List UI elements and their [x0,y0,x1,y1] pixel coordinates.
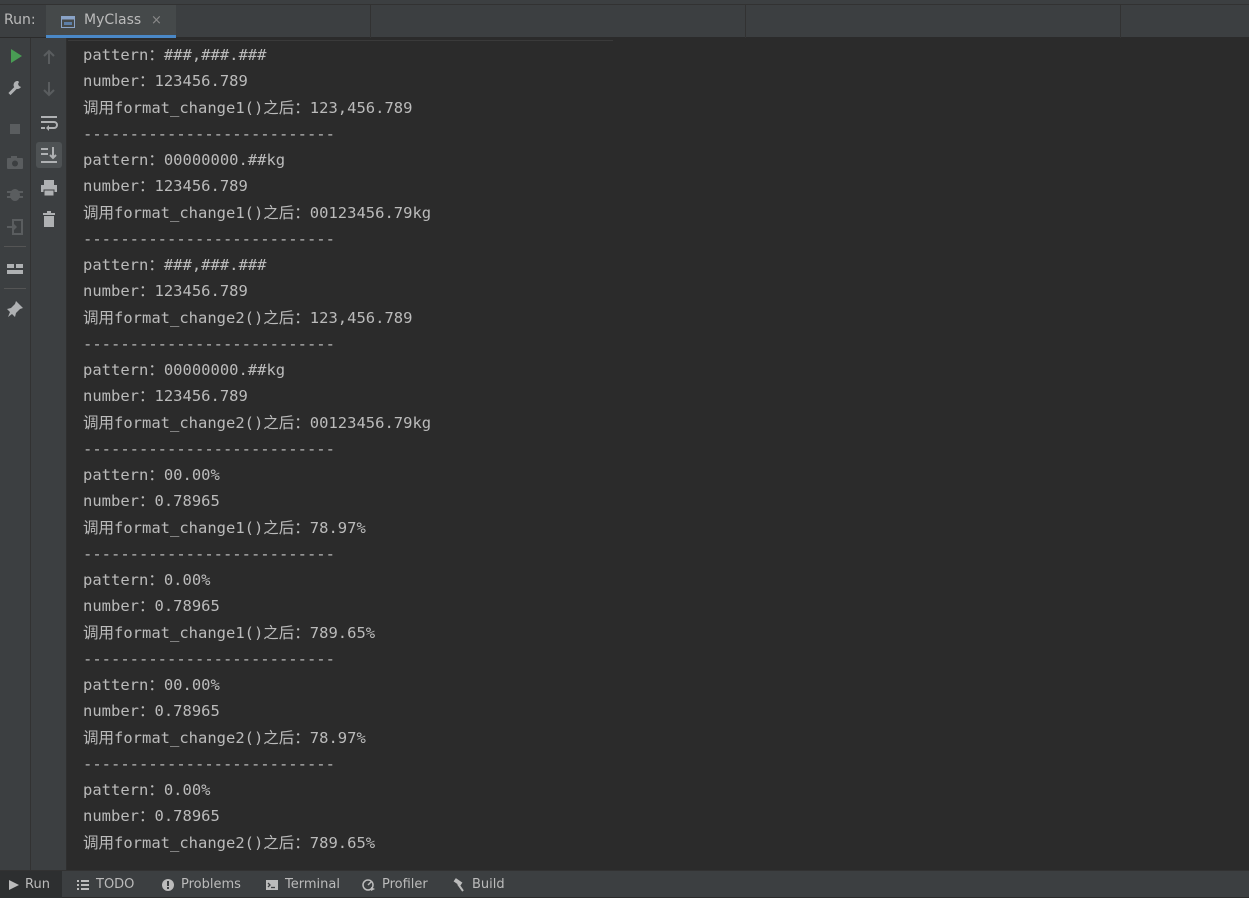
scroll-to-end-icon[interactable] [36,142,62,168]
console-line: pattern：###,###.### [83,46,267,64]
console-line: pattern：00.00% [83,466,220,484]
rerun-icon[interactable] [4,45,26,67]
console-line: 调用format_change1()之后：78.97% [83,518,366,537]
toolbar-divider [370,5,371,38]
exit-icon[interactable] [4,216,26,238]
console-line: pattern：###,###.### [83,256,267,274]
list-icon [76,878,90,892]
pin-icon[interactable] [4,298,26,320]
console-line: pattern：0.00% [83,781,211,799]
console-line: 调用format_change2()之后：123,456.789 [83,308,413,327]
run-actions-strip [0,38,31,870]
console-line: pattern：00.00% [83,676,220,694]
console-line: --------------------------- [83,439,335,458]
console-line: 调用format_change2()之后：78.97% [83,728,366,747]
toolbar-divider [1120,5,1121,38]
info-icon [161,878,175,892]
console-line: --------------------------- [83,124,335,143]
console-window-icon [61,13,75,28]
tab-build[interactable]: Build [452,871,505,898]
terminal-icon [265,878,279,892]
console-line: --------------------------- [83,544,335,563]
console-line: number：0.78965 [83,597,220,616]
console-line: pattern：00000000.##kg [83,361,286,379]
console-line: 调用format_change2()之后：789.65% [83,833,376,852]
run-label: Run: [4,12,36,28]
console-actions-strip [31,38,67,870]
console-line: --------------------------- [83,229,335,248]
tab-build-label: Build [472,877,505,892]
tab-terminal-label: Terminal [285,877,340,892]
strip-divider [4,246,26,247]
tab-todo[interactable]: TODO [76,871,134,898]
tab-run[interactable]: Run [0,871,62,898]
console-line: --------------------------- [83,649,335,668]
tab-profiler-label: Profiler [382,877,428,892]
strip-divider [4,288,26,289]
console-line: 调用format_change1()之后：00123456.79kg [83,203,432,222]
play-icon [7,878,19,892]
stop-icon[interactable] [4,118,26,140]
debug-bug-icon[interactable] [4,183,26,205]
hammer-icon [452,877,466,892]
console-line: pattern：00000000.##kg [83,151,286,169]
soft-wrap-icon[interactable] [38,111,60,133]
tab-title: MyClass [84,12,142,28]
tab-run-label: Run [25,877,50,892]
console-line: 调用format_change2()之后：00123456.79kg [83,413,432,432]
console-line: 调用format_change1()之后：123,456.789 [83,98,413,117]
console-line: --------------------------- [83,754,335,773]
console-top-divider [68,40,613,41]
tab-todo-label: TODO [96,877,135,892]
camera-icon[interactable] [4,151,26,173]
close-icon[interactable]: × [151,13,162,28]
tab-problems-label: Problems [181,877,241,892]
console-lines: pattern：###,###.### number：123456.789 调用fo… [83,42,431,856]
console-line: number：123456.789 [83,177,248,196]
arrow-down-icon[interactable] [38,78,60,100]
profiler-icon [362,878,376,892]
console-line: number：0.78965 [83,492,220,511]
tab-problems[interactable]: Problems [161,871,241,898]
arrow-up-icon[interactable] [38,46,60,68]
layout-icon[interactable] [4,258,26,280]
trash-icon[interactable] [38,208,60,230]
tab-myclass[interactable]: MyClass × [46,5,176,38]
print-icon[interactable] [38,177,60,199]
console-line: number：123456.789 [83,72,248,91]
console-line: number：0.78965 [83,702,220,721]
run-toolbar: Run: MyClass × [0,5,1249,38]
console-line: number：0.78965 [83,807,220,826]
wrench-icon[interactable] [4,77,26,99]
tool-window-bar: Run TODO Problems Terminal Profiler Buil… [0,870,1249,898]
tab-profiler[interactable]: Profiler [362,871,428,898]
tab-terminal[interactable]: Terminal [265,871,340,898]
console-line: number：123456.789 [83,387,248,406]
console-line: number：123456.789 [83,282,248,301]
console-line: --------------------------- [83,334,335,353]
console-line: 调用format_change1()之后：789.65% [83,623,376,642]
console-output[interactable]: pattern：###,###.### number：123456.789 调用fo… [68,38,1249,870]
console-line: pattern：0.00% [83,571,211,589]
toolbar-divider [745,5,746,38]
